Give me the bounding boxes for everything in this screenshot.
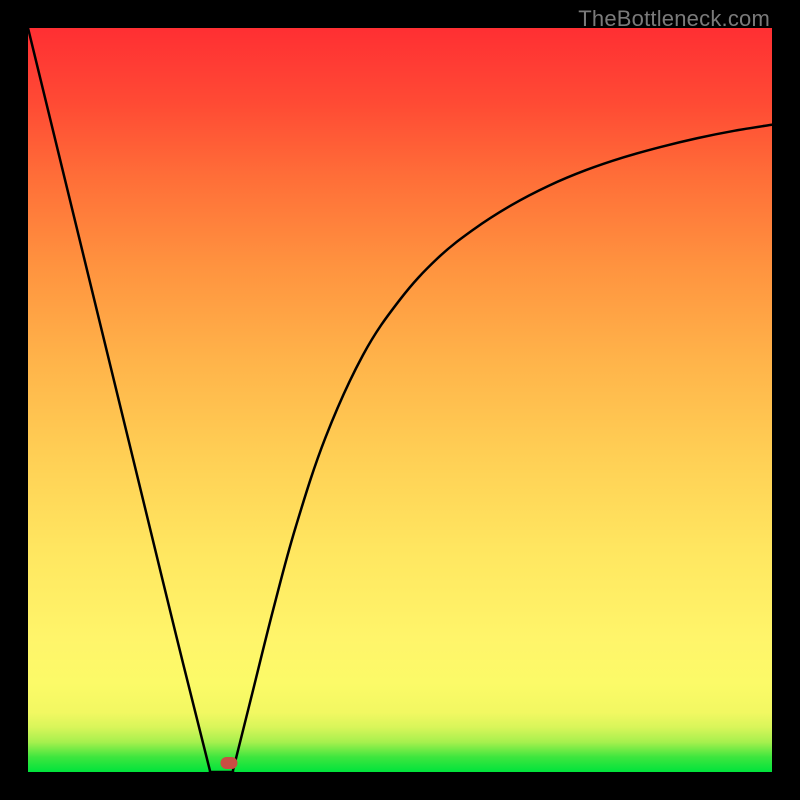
optimum-marker <box>220 757 237 769</box>
bottleneck-curve <box>28 28 772 772</box>
attribution-text: TheBottleneck.com <box>578 6 770 32</box>
chart-frame: TheBottleneck.com <box>0 0 800 800</box>
plot-area <box>28 28 772 772</box>
